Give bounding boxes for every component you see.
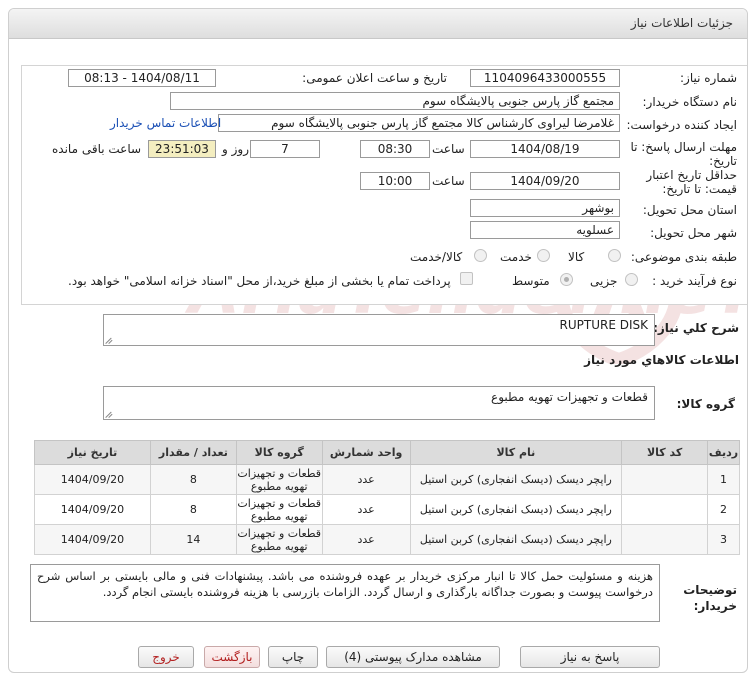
col-header-item-name: نام کالا: [409, 440, 623, 465]
category-service-label: خدمت: [500, 250, 532, 264]
cell-need-date: 1404/09/20: [34, 464, 151, 495]
purchase-type-label: نوع فرآیند خرید :: [652, 274, 737, 288]
cell-need-date: 1404/09/20: [34, 494, 151, 525]
reply-date-field: 1404/08/19: [470, 140, 620, 158]
resize-grip-icon[interactable]: [106, 410, 114, 418]
price-validity-label: حداقل تاریخ اعتبار قیمت: تا تاریخ:: [646, 168, 737, 196]
view-attachments-button[interactable]: مشاهده مدارک پیوستی (4): [326, 646, 500, 668]
cell-row-number: 1: [707, 464, 740, 495]
cell-item-code: [621, 524, 709, 555]
exit-button[interactable]: خروج: [138, 646, 194, 668]
cell-group: قطعات و تجهیزات تهویه مطبوع: [235, 494, 323, 525]
cell-quantity: 8: [149, 464, 237, 495]
cell-row-number: 3: [707, 524, 740, 555]
table-row[interactable]: 1 راپچر دیسک (دیسک انفجاری) کربن استیل ع…: [34, 464, 740, 495]
back-button[interactable]: بازگشت: [204, 646, 260, 668]
col-header-item-code: کد کالا: [621, 440, 709, 465]
goods-info-title: اطلاعات کالاهاي مورد نياز: [584, 353, 739, 367]
col-header-row-number: ردیف: [707, 440, 740, 465]
province-field: بوشهر: [470, 199, 620, 217]
panel-header: جزئیات اطلاعات نیاز: [9, 9, 747, 39]
buyer-contact-link[interactable]: اطلاعات تماس خریدار: [110, 116, 221, 130]
category-service-radio[interactable]: [537, 249, 550, 262]
col-header-group: گروه کالا: [235, 440, 323, 465]
cell-quantity: 14: [149, 524, 237, 555]
reply-to-need-button[interactable]: پاسخ به نیاز: [520, 646, 660, 668]
category-goods-label: کالا: [568, 250, 585, 264]
reply-hour-label: ساعت: [432, 142, 465, 156]
need-number-label: شماره نیاز:: [680, 71, 737, 85]
purchase-minor-label: جزیی: [590, 274, 618, 288]
purchase-medium-label: متوسط: [512, 274, 550, 288]
category-label: طبقه بندی موضوعی:: [630, 250, 737, 264]
category-goods-service-label: کالا/خدمت: [410, 250, 463, 264]
days-remaining-field: 7: [250, 140, 320, 158]
announce-date-field: 1404/08/11 - 08:13: [68, 69, 216, 87]
cell-item-code: [621, 464, 709, 495]
cell-unit: عدد: [321, 494, 411, 525]
resize-grip-icon[interactable]: [106, 336, 114, 344]
city-label: شهر محل تحویل:: [650, 226, 737, 240]
category-goods-service-radio[interactable]: [474, 249, 487, 262]
description-text: RUPTURE DISK: [559, 318, 648, 332]
days-label: روز و: [222, 142, 249, 156]
creator-field: غلامرضا لیراوی کارشناس کالا مجتمع گاز پا…: [218, 114, 620, 132]
print-button[interactable]: چاپ: [268, 646, 318, 668]
cell-item-code: [621, 494, 709, 525]
validity-hour-label: ساعت: [432, 174, 465, 188]
cell-item-name: راپچر دیسک (دیسک انفجاری) کربن استیل: [409, 494, 623, 525]
table-row[interactable]: 2 راپچر دیسک (دیسک انفجاری) کربن استیل ع…: [34, 494, 740, 525]
col-header-unit: واحد شمارش: [321, 440, 411, 465]
description-textarea[interactable]: RUPTURE DISK: [103, 314, 655, 346]
goods-group-textarea[interactable]: قطعات و تجهیزات تهویه مطبوع: [103, 386, 655, 420]
announce-date-label: تاریخ و ساعت اعلان عمومی:: [302, 71, 447, 85]
table-header-row: ردیف کد کالا نام کالا واحد شمارش گروه کا…: [34, 440, 740, 465]
reply-time-field: 08:30: [360, 140, 430, 158]
goods-table: ردیف کد کالا نام کالا واحد شمارش گروه کا…: [34, 440, 740, 555]
buyer-org-label: نام دستگاه خریدار:: [642, 95, 738, 109]
purchase-medium-radio[interactable]: [560, 273, 573, 286]
treasury-payment-checkbox[interactable]: [460, 272, 473, 285]
remaining-time-field: 23:51:03: [148, 140, 216, 158]
cell-row-number: 2: [707, 494, 740, 525]
cell-group: قطعات و تجهیزات تهویه مطبوع: [235, 464, 323, 495]
cell-quantity: 8: [149, 494, 237, 525]
description-label: شرح کلي نياز:: [653, 321, 739, 335]
province-label: استان محل تحویل:: [642, 203, 737, 217]
validity-time-field: 10:00: [360, 172, 430, 190]
buyer-notes-text: هزینه و مسئولیت حمل کالا تا انبار مرکزی …: [37, 569, 653, 599]
goods-group-text: قطعات و تجهیزات تهویه مطبوع: [491, 390, 648, 404]
cell-unit: عدد: [321, 524, 411, 555]
category-goods-radio[interactable]: [608, 249, 621, 262]
reply-deadline-label: مهلت ارسال پاسخ: تا تاریخ:: [630, 140, 737, 168]
buyer-notes-textarea[interactable]: هزینه و مسئولیت حمل کالا تا انبار مرکزی …: [30, 564, 660, 622]
purchase-minor-radio[interactable]: [625, 273, 638, 286]
cell-unit: عدد: [321, 464, 411, 495]
col-header-need-date: تاریخ نیاز: [34, 440, 151, 465]
buyer-notes-label: توضیحات خریدار:: [683, 583, 737, 613]
cell-need-date: 1404/09/20: [34, 524, 151, 555]
remaining-time-label: ساعت باقی مانده: [52, 142, 142, 156]
cell-group: قطعات و تجهیزات تهویه مطبوع: [235, 524, 323, 555]
validity-date-field: 1404/09/20: [470, 172, 620, 190]
cell-item-name: راپچر دیسک (دیسک انفجاری) کربن استیل: [409, 524, 623, 555]
goods-group-label: گروه کالا:: [676, 397, 735, 411]
treasury-payment-note: پرداخت تمام یا بخشی از مبلغ خرید،از محل …: [68, 274, 451, 288]
table-row[interactable]: 3 راپچر دیسک (دیسک انفجاری) کربن استیل ع…: [34, 524, 740, 555]
need-number-field: 1104096433000555: [470, 69, 620, 87]
buyer-org-field: مجتمع گاز پارس جنوبی پالایشگاه سوم: [170, 92, 620, 110]
creator-label: ایجاد کننده درخواست:: [626, 118, 737, 132]
city-field: عسلویه: [470, 221, 620, 239]
col-header-quantity: تعداد / مقدار: [149, 440, 237, 465]
panel-title: جزئیات اطلاعات نیاز: [630, 16, 733, 30]
cell-item-name: راپچر دیسک (دیسک انفجاری) کربن استیل: [409, 464, 623, 495]
